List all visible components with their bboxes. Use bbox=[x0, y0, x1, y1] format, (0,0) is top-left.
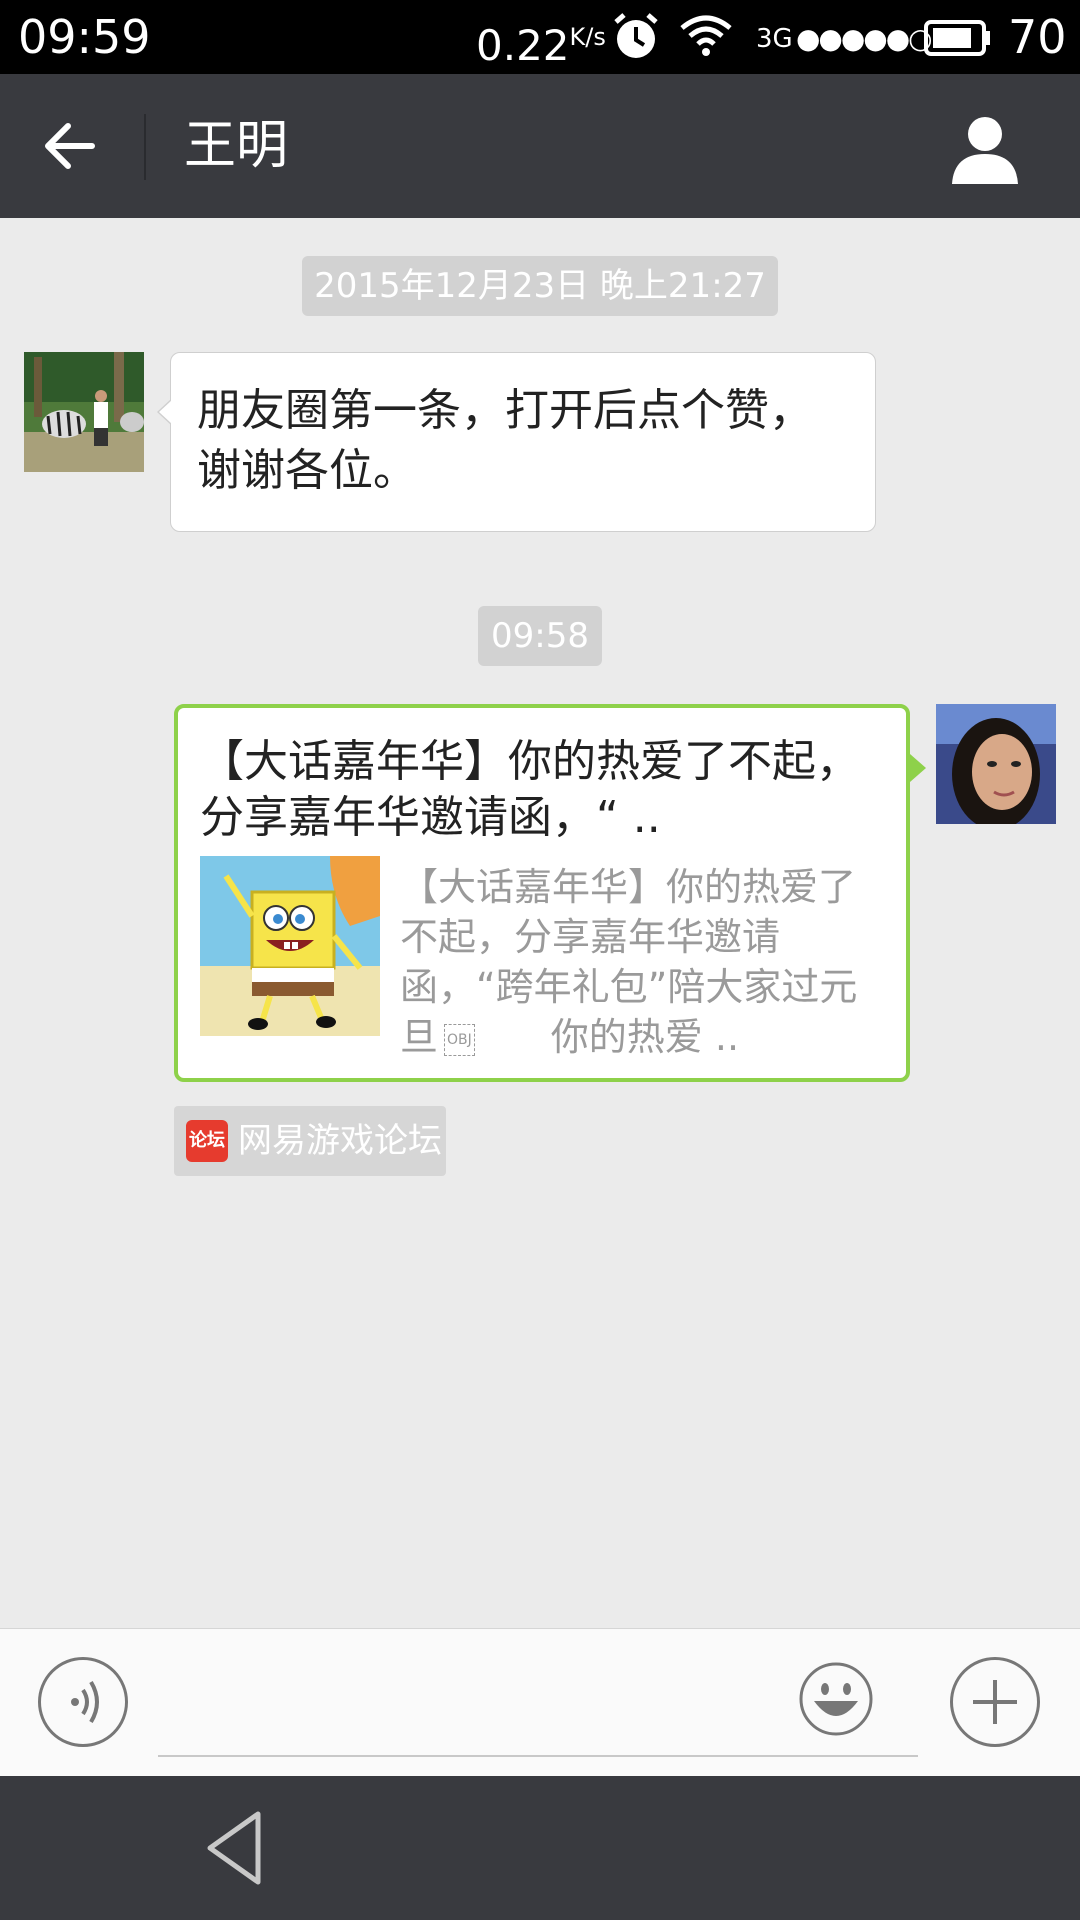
spongebob-thumbnail-image bbox=[200, 856, 380, 1036]
chat-info-button[interactable] bbox=[940, 110, 1030, 190]
system-nav-bar bbox=[0, 1776, 1080, 1920]
link-card-description: 【大话嘉年华】你的热爱了不起，分享嘉年华邀请函，“跨年礼包”陪大家过元旦 OBJ 你… bbox=[400, 862, 880, 1062]
link-card-bubble[interactable]: 【大话嘉年华】你的热爱了不起，分享嘉年华邀请函，“ .. 【大话嘉年华】你的热爱… bbox=[174, 704, 926, 1082]
status-time: 09:59 bbox=[18, 10, 151, 64]
back-button[interactable] bbox=[30, 108, 114, 184]
forum-app-icon: 论坛 bbox=[186, 1120, 228, 1162]
add-attachment-button[interactable] bbox=[950, 1657, 1040, 1747]
message-input-bar bbox=[0, 1628, 1080, 1777]
message-timestamp: 09:58 bbox=[478, 606, 602, 666]
message-timestamp: 2015年12月23日 晚上21:27 bbox=[302, 256, 778, 316]
avatar-photo-girl bbox=[936, 704, 1056, 824]
sender-avatar[interactable] bbox=[24, 352, 144, 472]
battery-icon bbox=[924, 20, 990, 56]
network-speed: 0.22K/s bbox=[476, 8, 606, 75]
link-card-title: 【大话嘉年华】你的热爱了不起，分享嘉年华邀请函，“ .. bbox=[200, 736, 860, 843]
system-back-button[interactable] bbox=[200, 1806, 270, 1890]
emoji-icon bbox=[799, 1662, 873, 1736]
link-card-thumbnail bbox=[200, 856, 380, 1036]
voice-input-button[interactable] bbox=[38, 1657, 128, 1747]
back-arrow-icon bbox=[45, 123, 95, 169]
header-divider bbox=[144, 114, 146, 180]
triangle-back-icon bbox=[207, 1811, 261, 1885]
incoming-message-text: 朋友圈第一条，打开后点个赞，谢谢各位。 bbox=[197, 385, 813, 496]
chat-header: 王明 bbox=[0, 74, 1080, 218]
network-speed-unit: K/s bbox=[569, 23, 606, 51]
incoming-message-bubble[interactable]: 朋友圈第一条，打开后点个赞，谢谢各位。 bbox=[157, 352, 876, 532]
voice-icon bbox=[71, 1680, 99, 1724]
chat-title: 王明 bbox=[184, 116, 289, 176]
link-card-description-more: 你的热爱 .. bbox=[550, 1015, 740, 1059]
object-placeholder-icon: OBJ bbox=[444, 1023, 475, 1056]
link-source-tag[interactable]: 论坛 网易游戏论坛 bbox=[174, 1106, 446, 1176]
alarm-icon bbox=[614, 13, 658, 58]
battery-level: 70 bbox=[1008, 10, 1067, 64]
avatar-photo-zebra bbox=[24, 352, 144, 472]
person-icon bbox=[952, 117, 1018, 184]
network-speed-value: 0.22 bbox=[476, 21, 570, 70]
wifi-icon bbox=[680, 15, 732, 56]
plus-icon bbox=[973, 1680, 1017, 1724]
link-source-label: 网易游戏论坛 bbox=[238, 1121, 442, 1161]
emoji-button[interactable] bbox=[798, 1661, 874, 1737]
network-type: 3G bbox=[756, 24, 793, 54]
status-bar: 09:59 0.22K/s 3G ●●●●●○ 70 bbox=[0, 0, 1080, 74]
signal-strength: ●●●●●○ bbox=[796, 22, 933, 55]
my-avatar[interactable] bbox=[936, 704, 1056, 824]
